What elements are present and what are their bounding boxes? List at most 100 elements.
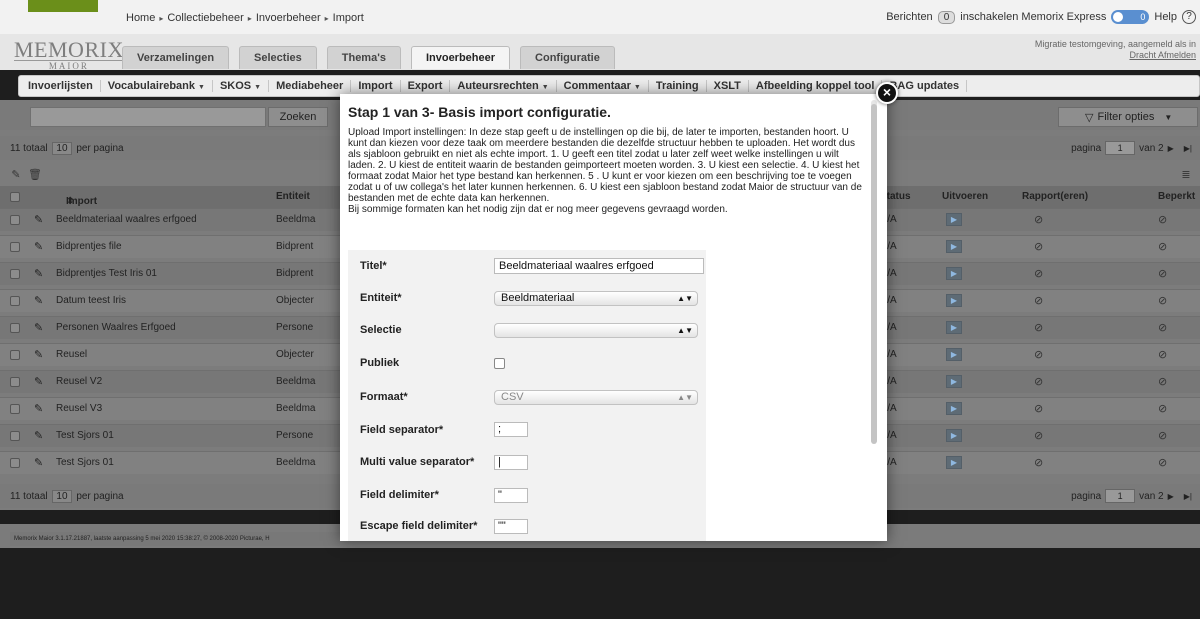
import-entity: Persone [276, 430, 314, 441]
multi-value-separator-label: Multi value separator* [360, 456, 475, 468]
run-import-icon[interactable]: ▶ [946, 375, 962, 388]
express-toggle[interactable]: 0 [1111, 10, 1150, 24]
import-name[interactable]: Datum teest Iris [56, 295, 126, 306]
edit-icon[interactable]: ✎ [10, 169, 22, 181]
row-edit-icon[interactable]: ✎ [34, 375, 43, 388]
subnav-skos[interactable]: SKOS ▼ [213, 80, 270, 92]
run-import-icon[interactable]: ▶ [946, 456, 962, 469]
row-checkbox[interactable] [10, 215, 20, 225]
row-checkbox[interactable] [10, 431, 20, 441]
per-page-select[interactable]: 10 [52, 490, 72, 503]
berichten-link[interactable]: Berichten [886, 11, 932, 23]
page-input[interactable]: 1 [1105, 489, 1136, 503]
row-checkbox[interactable] [10, 323, 20, 333]
import-name[interactable]: Test Sjors 01 [56, 457, 114, 468]
columns-icon[interactable]: ≣ [1180, 169, 1192, 181]
row-checkbox[interactable] [10, 350, 20, 360]
subnav-xslt[interactable]: XSLT [707, 80, 749, 92]
row-checkbox[interactable] [10, 458, 20, 468]
run-import-icon[interactable]: ▶ [946, 294, 962, 307]
title-input[interactable]: Beeldmateriaal waalres erfgoed [494, 258, 704, 274]
row-edit-icon[interactable]: ✎ [34, 267, 43, 280]
run-import-icon[interactable]: ▶ [946, 213, 962, 226]
subnav-auteursrechten[interactable]: Auteursrechten ▼ [450, 80, 557, 92]
page-input[interactable]: 1 [1105, 141, 1136, 155]
no-report-icon: ⊘ [1034, 322, 1044, 334]
subnav-commentaar[interactable]: Commentaar ▼ [557, 80, 649, 92]
row-checkbox[interactable] [10, 296, 20, 306]
row-edit-icon[interactable]: ✎ [34, 402, 43, 415]
breadcrumb-home[interactable]: Home [126, 12, 155, 24]
row-edit-icon[interactable]: ✎ [34, 321, 43, 334]
selection-select[interactable]: ▲▼ [494, 323, 698, 338]
breadcrumb-invoerbeheer[interactable]: Invoerbeheer [256, 12, 321, 24]
run-import-icon[interactable]: ▶ [946, 321, 962, 334]
scrollbar-thumb[interactable] [871, 104, 877, 444]
import-name[interactable]: Test Sjors 01 [56, 430, 114, 441]
not-restricted-icon: ⊘ [1158, 349, 1168, 361]
run-import-icon[interactable]: ▶ [946, 429, 962, 442]
import-name[interactable]: Reusel V3 [56, 403, 102, 414]
row-edit-icon[interactable]: ✎ [34, 456, 43, 469]
tab-themas[interactable]: Thema's [326, 46, 401, 69]
row-checkbox[interactable] [10, 269, 20, 279]
field-delimiter-input[interactable]: " [494, 488, 528, 503]
express-link[interactable]: inschakelen Memorix Express [960, 11, 1106, 23]
import-name[interactable]: Personen Waalres Erfgoed [56, 322, 176, 333]
multi-value-separator-input[interactable]: | [494, 455, 528, 470]
per-page-select[interactable]: 10 [52, 142, 72, 155]
memorix-logo[interactable]: MEMORIX MAIOR [14, 39, 124, 71]
field-separator-input[interactable]: ; [494, 422, 528, 437]
tab-invoerbeheer[interactable]: Invoerbeheer [410, 46, 511, 69]
subnav-mediabeheer[interactable]: Mediabeheer [269, 80, 352, 92]
row-checkbox[interactable] [10, 404, 20, 414]
last-page-icon[interactable]: ▶| [1184, 492, 1192, 501]
run-import-icon[interactable]: ▶ [946, 240, 962, 253]
subnav-afbeelding-koppel-tool[interactable]: Afbeelding koppel tool [749, 80, 883, 92]
public-checkbox[interactable] [494, 358, 505, 369]
row-edit-icon[interactable]: ✎ [34, 294, 43, 307]
run-import-icon[interactable]: ▶ [946, 267, 962, 280]
search-button[interactable]: Zoeken [268, 107, 328, 127]
row-edit-icon[interactable]: ✎ [34, 348, 43, 361]
trash-icon[interactable]: 🗑 [28, 169, 42, 181]
run-import-icon[interactable]: ▶ [946, 402, 962, 415]
escape-field-delimiter-input[interactable]: "" [494, 519, 528, 534]
help-link[interactable]: Help [1154, 11, 1177, 23]
select-all-checkbox[interactable] [10, 192, 20, 202]
help-icon[interactable]: ? [1182, 10, 1196, 24]
subnav-invoerlijsten[interactable]: Invoerlijsten [21, 80, 101, 92]
row-edit-icon[interactable]: ✎ [34, 429, 43, 442]
filter-options-button[interactable]: ▽ Filter opties ▼ [1058, 107, 1198, 127]
subnav-export[interactable]: Export [401, 80, 451, 92]
subnav-import[interactable]: Import [351, 80, 401, 92]
next-page-icon[interactable]: ▶ [1168, 492, 1174, 501]
row-checkbox[interactable] [10, 377, 20, 387]
subnav-training[interactable]: Training [649, 80, 707, 92]
search-input[interactable] [30, 107, 266, 127]
column-entity[interactable]: Entiteit [276, 191, 310, 202]
import-name[interactable]: Bidprentjes Test Iris 01 [56, 268, 157, 279]
entity-select[interactable]: Beeldmateriaal ▲▼ [494, 291, 698, 306]
close-dialog-icon[interactable]: × [876, 82, 898, 104]
last-page-icon[interactable]: ▶| [1184, 144, 1192, 153]
next-page-icon[interactable]: ▶ [1168, 144, 1174, 153]
tab-verzamelingen[interactable]: Verzamelingen [122, 46, 230, 69]
import-name[interactable]: Reusel V2 [56, 376, 102, 387]
row-checkbox[interactable] [10, 242, 20, 252]
import-name[interactable]: Bidprentjes file [56, 241, 122, 252]
import-name[interactable]: Reusel [56, 349, 87, 360]
format-select[interactable]: CSV ▲▼ [494, 390, 698, 405]
logout-link[interactable]: Dracht Afmelden [1035, 50, 1196, 61]
dialog-scrollbar[interactable] [871, 100, 877, 444]
subnav-vocabulairebank[interactable]: Vocabulairebank ▼ [101, 80, 213, 92]
row-edit-icon[interactable]: ✎ [34, 213, 43, 226]
row-edit-icon[interactable]: ✎ [34, 240, 43, 253]
environment-text: Migratie testomgeving, aangemeld als in [1034, 39, 1196, 49]
breadcrumb-collectiebeheer[interactable]: Collectiebeheer [167, 12, 243, 24]
tab-configuratie[interactable]: Configuratie [520, 46, 615, 69]
tab-selecties[interactable]: Selecties [239, 46, 317, 69]
run-import-icon[interactable]: ▶ [946, 348, 962, 361]
import-name[interactable]: Beeldmateriaal waalres erfgoed [56, 214, 197, 225]
filter-icon: ▽ [1085, 111, 1094, 124]
